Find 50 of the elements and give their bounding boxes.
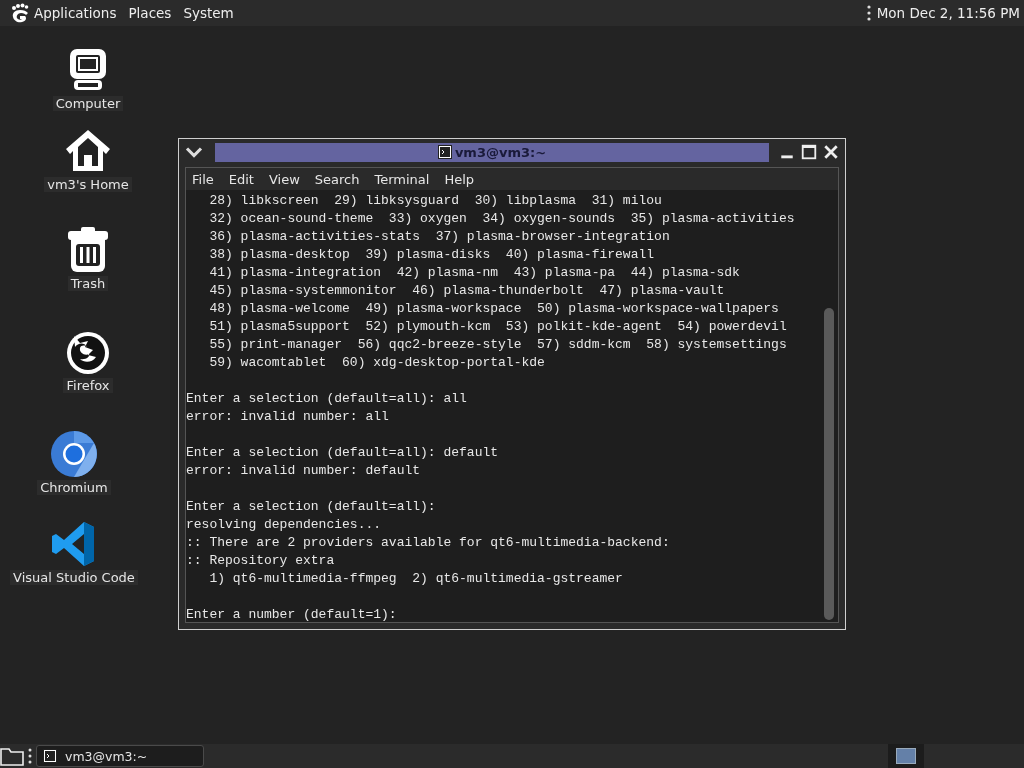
terminal-line: :: Repository extra xyxy=(186,552,336,570)
terminal-line: 32) ocean-sound-theme 33) oxygen 34) oxygen-sounds 35) plasma-activities xyxy=(208,210,796,228)
terminal-line: 59) wacomtablet 60) xdg-desktop-portal-kde xyxy=(208,354,546,372)
terminal-line: 51) plasma5support 52) plymouth-kcm 53) polkit-kde-agent 54) powerdevil xyxy=(208,318,788,336)
terminal-line: 28) libkscreen 29) libksysguard 30) libplasma 31) milou xyxy=(208,192,663,210)
terminal-line: Enter a selection (default=all): all xyxy=(186,390,468,408)
clock[interactable]: Mon Dec 2, 11:56 PM xyxy=(876,5,1020,21)
foot-icon[interactable] xyxy=(10,3,30,23)
terminal-icon xyxy=(43,749,57,763)
terminal-line: 55) print-manager 56) qqc2-breeze-style 57) sddm-kcm 58) systemsettings xyxy=(208,336,788,354)
icon-label[interactable]: vm3's Home xyxy=(44,177,132,192)
menu-item[interactable]: Places xyxy=(128,5,172,21)
workspace-switcher[interactable] xyxy=(896,748,916,764)
menu-item[interactable]: Edit xyxy=(228,171,254,187)
taskbar-button[interactable]: vm3@vm3:~ xyxy=(36,745,204,767)
menu-item[interactable]: Terminal xyxy=(374,171,430,187)
terminal-line: 48) plasma-welcome 49) plasma-workspace 50) plasma-workspace-wallpapers xyxy=(208,300,780,318)
handle-icon[interactable] xyxy=(28,748,32,764)
menu-icon[interactable] xyxy=(866,5,871,21)
terminal-line: 1) qt6-multimedia-ffmpeg 2) qt6-multimedia-gstreamer xyxy=(208,570,624,588)
menu-item[interactable]: Search xyxy=(314,171,360,187)
icon-label[interactable]: Trash xyxy=(67,276,109,291)
window-title: vm3@vm3:~ xyxy=(454,144,547,160)
menu-item[interactable]: View xyxy=(268,171,300,187)
terminal-line: 41) plasma-integration 42) plasma-nm 43) plasma-pa 44) plasma-sdk xyxy=(208,264,741,282)
terminal-line: :: There are 2 providers available for qt6-multimedia-backend: xyxy=(186,534,671,552)
terminal-line: Enter a number (default=1): xyxy=(186,606,398,622)
menu-item[interactable]: Help xyxy=(444,171,475,187)
terminal-line: resolving dependencies... xyxy=(186,516,383,534)
chevron-icon[interactable] xyxy=(183,145,205,159)
terminal-icon xyxy=(437,145,452,159)
terminal-line: error: invalid number: all xyxy=(186,408,390,426)
icon-label[interactable]: Chromium xyxy=(37,480,111,495)
scrollbar-thumb[interactable] xyxy=(824,308,834,620)
app-icon[interactable] xyxy=(50,430,98,478)
icon-label[interactable]: Computer xyxy=(52,96,124,111)
terminal-line: 38) plasma-desktop 39) plasma-disks 40) plasma-firewall xyxy=(208,246,656,264)
icon-label[interactable]: Visual Studio Code xyxy=(10,570,138,585)
terminal-line: 45) plasma-systemmonitor 46) plasma-thunderbolt 47) plasma-vault xyxy=(208,282,726,300)
icon-label[interactable]: Firefox xyxy=(63,378,113,393)
menu-item[interactable]: System xyxy=(183,5,234,21)
folder-icon[interactable] xyxy=(0,746,24,766)
terminal-line: 36) plasma-activities-stats 37) plasma-browser-integration xyxy=(208,228,671,246)
maximize-icon[interactable] xyxy=(801,144,817,160)
terminal-line: Enter a selection (default=all): xyxy=(186,498,437,516)
close-icon[interactable] xyxy=(823,144,839,160)
menu-item[interactable]: Applications xyxy=(34,5,117,21)
terminal-line: Enter a selection (default=all): default xyxy=(186,444,500,462)
menu-item[interactable]: File xyxy=(192,171,214,187)
terminal-line: error: invalid number: default xyxy=(186,462,422,480)
